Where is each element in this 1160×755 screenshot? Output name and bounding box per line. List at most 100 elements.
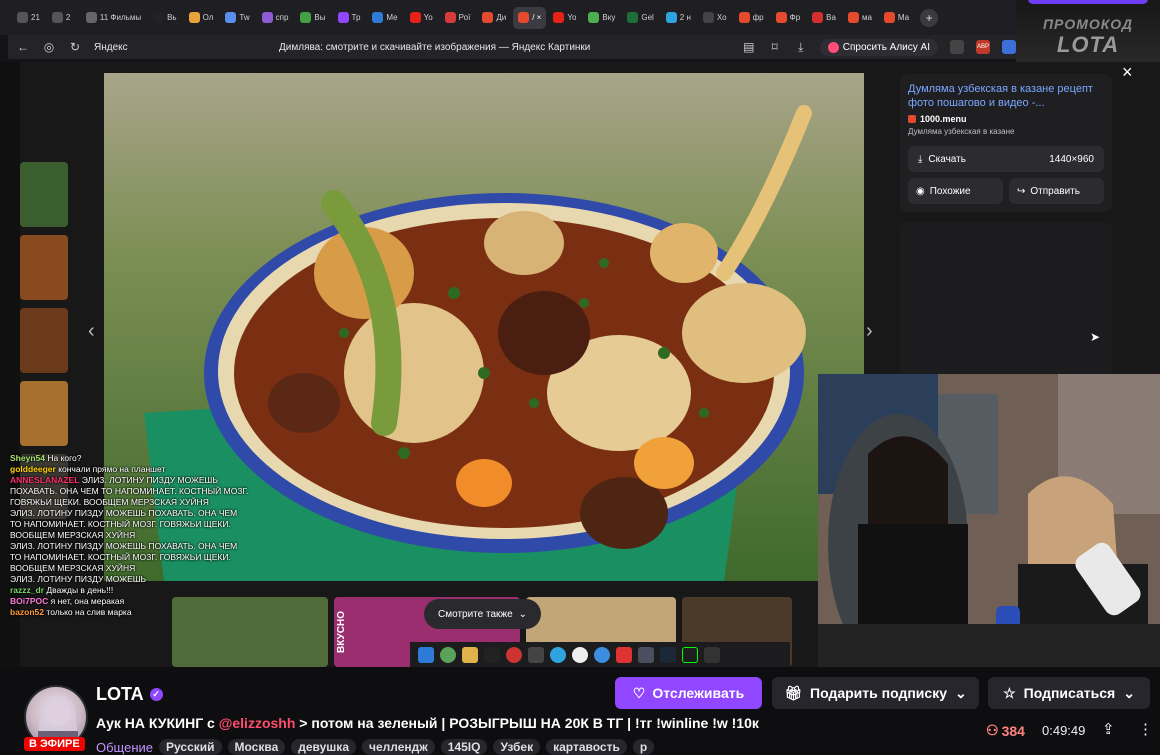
taskbar-app-icon[interactable] [638, 646, 654, 663]
chat-username[interactable]: bazon52 [10, 607, 44, 617]
result-thumbnail[interactable] [20, 235, 68, 300]
alice-icon [827, 41, 839, 53]
download-icon[interactable]: ⤓ [794, 40, 808, 55]
tab-favicon-icon [17, 12, 28, 23]
telegram-icon[interactable] [550, 646, 566, 663]
address-domain[interactable]: Яндекс [94, 42, 128, 53]
tab-label: 11 Фильмы [99, 13, 142, 22]
live-badge: В ЭФИРЕ [24, 737, 85, 751]
tab-favicon-icon [738, 12, 750, 23]
gift-label: Подарить подписку [810, 685, 947, 701]
ask-alice-button[interactable]: Спросить Алису AI [819, 38, 938, 56]
chat-text: ЭЛИЗ. ЛОТИНУ ПИЗДУ МОЖЕШЬ ПОХАВАТЬ. ОНА … [10, 508, 240, 540]
download-button[interactable]: ⤓ Скачать 1440×960 [908, 146, 1104, 172]
folder-icon[interactable] [462, 646, 478, 663]
yandex-browser-icon[interactable] [572, 646, 588, 663]
taskbar-app-icon[interactable] [528, 646, 544, 663]
browser-tab[interactable]: 2 н [661, 7, 696, 29]
source-card: Думляма узбекская в казане рецепт фото п… [900, 74, 1112, 212]
subscribe-button[interactable]: ☆ Подписаться ⌄ [988, 677, 1150, 709]
tab-label: Ва [826, 13, 836, 22]
taskbar-app-icon[interactable] [484, 646, 500, 663]
browser-tab[interactable]: Yo [405, 7, 438, 29]
browser-tab[interactable]: Тр [333, 7, 366, 29]
title-mention[interactable]: @elizzoshh [219, 715, 296, 731]
chat-username[interactable]: BOi7POC [10, 596, 48, 606]
tab-label: Тр [351, 13, 361, 22]
browser-tab[interactable]: Ме [367, 7, 402, 29]
taskbar-app-icon[interactable] [616, 646, 632, 663]
browser-tab[interactable]: Вы [295, 7, 330, 29]
chat-text: я нет, она меракая [50, 596, 125, 606]
steam-icon[interactable] [660, 646, 676, 663]
share-icon[interactable]: ⇪ [1102, 720, 1115, 738]
chat-username[interactable]: golddeeger [10, 464, 56, 474]
result-thumbnail[interactable] [20, 381, 68, 446]
stream-video[interactable]: 21 2 11 Фильмы Вь Ол Tw спр Вы Тр Ме Yo Рої Ди / × Yo В… [0, 0, 1160, 667]
browser-tab[interactable]: спр [257, 7, 294, 29]
channel-name[interactable]: LOTA ✓ [96, 684, 163, 705]
tab-label: Ма [897, 13, 910, 22]
browser-tab[interactable]: Ол [184, 7, 219, 29]
adblock-icon[interactable]: ABP [976, 40, 990, 54]
browser-tab[interactable]: Ди [477, 7, 511, 29]
see-also-button[interactable]: Смотрите также ⌄ [424, 599, 542, 629]
browser-tab[interactable]: / × [513, 6, 547, 29]
close-icon[interactable]: × [1122, 62, 1133, 83]
source-site[interactable]: 1000.menu [908, 114, 1104, 124]
result-thumbnail[interactable] [20, 308, 68, 373]
taskbar-app-icon[interactable] [440, 646, 456, 663]
browser-tab[interactable]: Хо [698, 7, 732, 29]
browser-tab[interactable]: ма [843, 7, 877, 29]
reload-icon[interactable]: ↻ [68, 40, 82, 54]
send-button[interactable]: ↪ Отправить [1009, 178, 1104, 204]
gift-sub-button[interactable]: 🎁︎ Подарить подписку ⌄ [772, 677, 979, 709]
chrome-icon[interactable] [594, 646, 610, 663]
result-thumbnail[interactable] [20, 162, 68, 227]
chat-username[interactable]: razzz_dr [10, 585, 44, 595]
source-title-link[interactable]: Думляма узбекская в казане рецепт фото п… [908, 82, 1104, 110]
channel-name-text: LOTA [96, 684, 144, 704]
tab-label: Yo [423, 13, 433, 22]
taskbar-app-icon[interactable] [682, 646, 698, 663]
tab-label: Фр [789, 13, 801, 22]
browser-tab[interactable]: Gel [622, 7, 658, 29]
browser-tab[interactable]: фр [734, 7, 769, 29]
windows-start-icon[interactable] [418, 646, 434, 663]
browser-tab[interactable]: Ма [879, 7, 914, 29]
tab-favicon-icon [702, 12, 714, 23]
taskbar-app-icon[interactable] [506, 646, 522, 663]
browser-tab[interactable]: Tw [220, 7, 254, 29]
more-options-icon[interactable]: ⋮ [1138, 720, 1153, 738]
back-icon[interactable]: ← [16, 40, 30, 54]
chat-username[interactable]: Sheyn54 [10, 453, 45, 463]
browser-tab[interactable]: Фр [771, 7, 806, 29]
new-tab-button[interactable]: + [920, 8, 939, 27]
tab-label: Рої [458, 13, 471, 22]
browser-tab[interactable]: 11 Фильмы [81, 7, 146, 29]
extension-icon[interactable] [1002, 40, 1016, 54]
taskbar-app-icon[interactable] [704, 646, 720, 663]
category-link[interactable]: Общение [96, 740, 153, 755]
follow-button[interactable]: ♡ Отслеживать [615, 677, 762, 709]
chat-username[interactable]: ANNESLANAZEL [10, 475, 79, 485]
shield-icon[interactable]: ◎ [42, 40, 56, 54]
next-image-icon[interactable]: › [866, 320, 873, 343]
chat-message: golddeeger кончали прямо на планшет [10, 464, 250, 475]
browser-tab[interactable]: Вку [583, 7, 620, 29]
heart-icon: ♡ [632, 684, 646, 701]
bookmark-icon[interactable]: ⌑ [768, 40, 782, 54]
similar-button[interactable]: ◉ Похожие [908, 178, 1003, 204]
reader-icon[interactable]: ▤ [742, 40, 756, 54]
browser-tab[interactable]: Yo [548, 7, 581, 29]
browser-tab[interactable]: 2 [47, 7, 79, 29]
tab-label: Yo [567, 13, 577, 22]
qr-icon[interactable] [950, 40, 964, 54]
chat-text: только на слив марка [46, 607, 132, 617]
download-label: Скачать [928, 153, 966, 165]
browser-tab[interactable]: Рої [440, 7, 476, 29]
browser-tab[interactable]: 21 [12, 7, 45, 29]
prev-image-icon[interactable]: ‹ [88, 320, 95, 343]
browser-tab[interactable]: Ва [807, 7, 841, 29]
browser-tab[interactable]: Вь [148, 7, 182, 29]
